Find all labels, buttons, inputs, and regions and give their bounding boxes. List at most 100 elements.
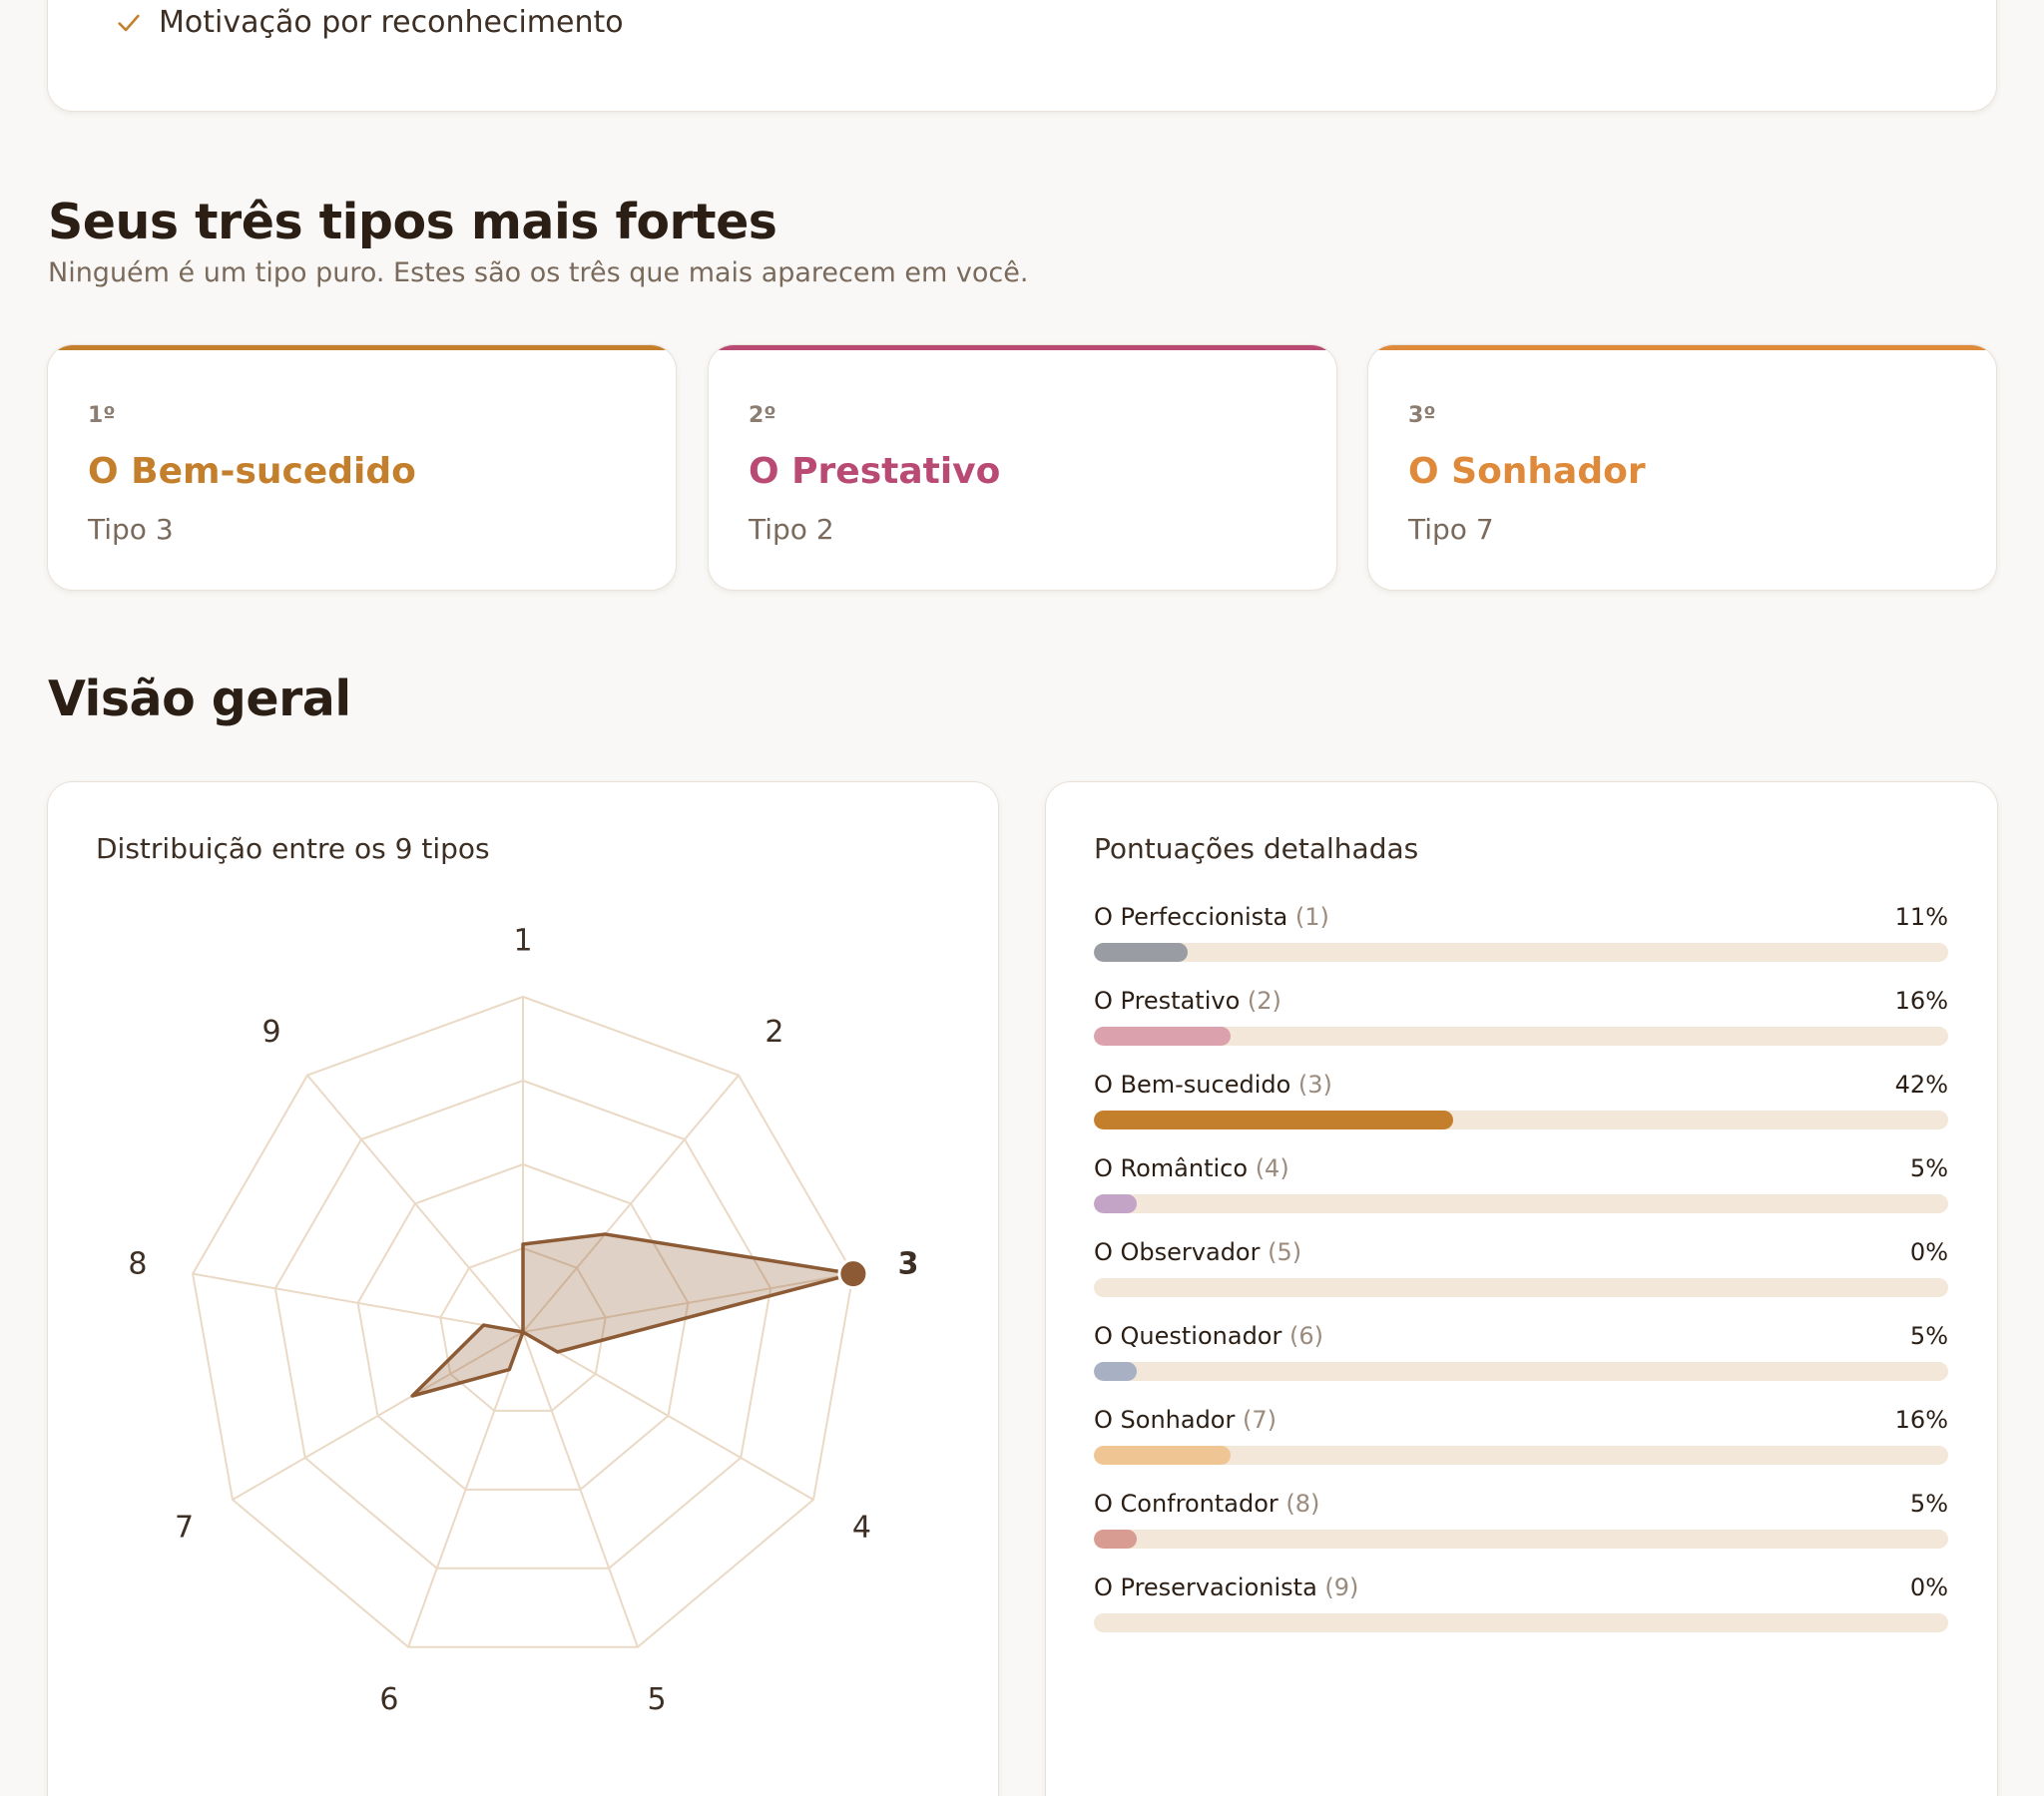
score-type-number: (6) [1288, 1322, 1323, 1350]
score-row: O Romântico (4) 5% [1094, 1154, 1948, 1216]
score-bar-fill [1094, 1446, 1231, 1465]
score-type-number: (1) [1294, 903, 1329, 931]
score-bar-track [1094, 1446, 1948, 1465]
score-type-number: (8) [1285, 1490, 1320, 1518]
score-type-number: (9) [1324, 1573, 1359, 1601]
score-type-name: O Prestativo [1094, 987, 1248, 1015]
score-bar-fill [1094, 1530, 1137, 1549]
type-name: O Bem-sucedido [88, 451, 416, 492]
type-rank: 1º [88, 403, 116, 428]
radar-highlight-point [837, 1258, 869, 1290]
score-label: O Perfeccionista (1) [1094, 903, 1329, 931]
score-type-number: (4) [1255, 1154, 1289, 1182]
score-type-name: O Preservacionista [1094, 1573, 1325, 1601]
score-type-name: O Sonhador [1094, 1406, 1243, 1434]
type-name: O Prestativo [749, 451, 1001, 492]
score-percent: 5% [1909, 1154, 1948, 1182]
score-bar-track [1094, 1362, 1948, 1381]
score-type-number: (3) [1297, 1071, 1332, 1099]
score-percent: 16% [1894, 987, 1948, 1015]
radar-axis-label: 2 [765, 1015, 783, 1050]
score-row: O Preservacionista (9) 0% [1094, 1573, 1948, 1635]
score-bar-track [1094, 943, 1948, 962]
radar-axis-label: 3 [898, 1246, 919, 1281]
type-card-1[interactable]: 1º O Bem-sucedido Tipo 3 [47, 344, 677, 591]
motivation-item: Motivação por reconhecimento [115, 5, 624, 40]
score-bar-track [1094, 1530, 1948, 1549]
score-row: O Perfeccionista (1) 11% [1094, 903, 1948, 965]
score-percent: 5% [1909, 1490, 1948, 1518]
score-bar-fill [1094, 1111, 1453, 1129]
type-number: Tipo 2 [749, 513, 834, 546]
score-percent: 5% [1909, 1322, 1948, 1350]
radar-axis-label: 4 [852, 1511, 871, 1546]
score-percent: 11% [1894, 903, 1948, 931]
type-name: O Sonhador [1408, 451, 1646, 492]
score-bar-fill [1094, 1194, 1137, 1213]
type-card-2[interactable]: 2º O Prestativo Tipo 2 [708, 344, 1337, 591]
score-percent: 16% [1894, 1406, 1948, 1434]
radar-axis-label: 1 [513, 924, 532, 959]
score-row: O Questionador (6) 5% [1094, 1322, 1948, 1384]
score-percent: 0% [1909, 1238, 1948, 1266]
motivations-card: Motivação por reconhecimento [47, 0, 1997, 112]
radar-axis-label: 6 [379, 1682, 398, 1717]
score-percent: 42% [1894, 1071, 1948, 1099]
type-card-accent-bar [48, 345, 676, 350]
score-label: O Bem-sucedido (3) [1094, 1071, 1332, 1099]
score-label: O Confrontador (8) [1094, 1490, 1319, 1518]
type-rank: 3º [1408, 403, 1436, 428]
radar-chart: 1 2 3 4 5 6 7 8 9 [128, 924, 919, 1717]
radar-data-area [410, 1232, 855, 1398]
score-label: O Romântico (4) [1094, 1154, 1289, 1182]
score-row: O Confrontador (8) 5% [1094, 1490, 1948, 1552]
top-types-title: Seus três tipos mais fortes [48, 194, 777, 250]
score-type-name: O Observador [1094, 1238, 1269, 1266]
type-card-accent-bar [709, 345, 1336, 350]
score-row: O Bem-sucedido (3) 42% [1094, 1071, 1948, 1132]
score-label: O Observador (5) [1094, 1238, 1301, 1266]
radar-axis-label: 5 [648, 1682, 667, 1717]
score-bar-fill [1094, 1362, 1137, 1381]
score-bar-fill [1094, 943, 1189, 962]
score-type-name: O Romântico [1094, 1154, 1256, 1182]
radar-axis-label: 7 [175, 1511, 194, 1546]
top-types-subtitle: Ninguém é um tipo puro. Estes são os trê… [48, 257, 1029, 288]
score-type-name: O Confrontador [1094, 1490, 1286, 1518]
score-bar-track [1094, 1194, 1948, 1213]
score-bar-track [1094, 1027, 1948, 1046]
score-row: O Prestativo (2) 16% [1094, 987, 1948, 1049]
score-label: O Questionador (6) [1094, 1322, 1323, 1350]
score-type-name: O Bem-sucedido [1094, 1071, 1298, 1099]
score-bar-fill [1094, 1027, 1231, 1046]
check-icon [118, 14, 140, 31]
radar-axis-line [522, 1331, 814, 1501]
type-rank: 2º [749, 403, 776, 428]
radar-axis-line [306, 1074, 524, 1333]
score-type-number: (7) [1242, 1406, 1277, 1434]
score-type-number: (5) [1268, 1238, 1302, 1266]
radar-chart-card: Distribuição entre os 9 tipos 123456789 [47, 781, 999, 1796]
overview-title: Visão geral [48, 671, 351, 727]
score-label: O Preservacionista (9) [1094, 1573, 1358, 1601]
score-type-number: (2) [1247, 987, 1281, 1015]
type-number: Tipo 3 [88, 513, 174, 546]
radar-axis-line [192, 1272, 524, 1333]
score-label: O Prestativo (2) [1094, 987, 1281, 1015]
score-row: O Observador (5) 0% [1094, 1238, 1948, 1300]
radar-axis-label: 8 [128, 1246, 147, 1281]
scores-card: Pontuações detalhadas O Perfeccionista (… [1045, 781, 1998, 1796]
scores-title: Pontuações detalhadas [1094, 832, 1419, 865]
score-type-name: O Questionador [1094, 1322, 1289, 1350]
type-card-3[interactable]: 3º O Sonhador Tipo 7 [1367, 344, 1997, 591]
radar-axis-label: 9 [261, 1015, 280, 1050]
score-bar-track [1094, 1111, 1948, 1129]
type-card-accent-bar [1368, 345, 1996, 350]
score-bar-track [1094, 1278, 1948, 1297]
score-percent: 0% [1909, 1573, 1948, 1601]
score-bar-track [1094, 1613, 1948, 1632]
motivation-label: Motivação por reconhecimento [159, 5, 624, 40]
score-label: O Sonhador (7) [1094, 1406, 1277, 1434]
score-type-name: O Perfeccionista [1094, 903, 1295, 931]
score-row: O Sonhador (7) 16% [1094, 1406, 1948, 1468]
